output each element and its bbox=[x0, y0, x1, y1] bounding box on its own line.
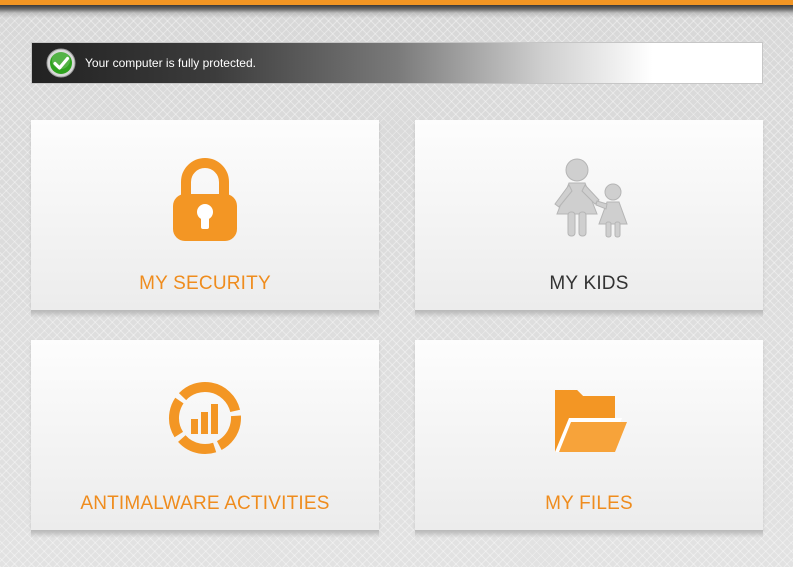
tile-antimalware-activities[interactable]: ANTIMALWARE ACTIVITIES bbox=[31, 340, 379, 538]
family-icon bbox=[554, 158, 628, 238]
checkmark-icon bbox=[46, 48, 76, 78]
folder-icon bbox=[555, 390, 627, 452]
tile-label-my-kids: MY KIDS bbox=[549, 273, 629, 294]
tile-my-kids[interactable]: MY KIDS bbox=[415, 120, 763, 318]
tile-my-files[interactable]: MY FILES bbox=[415, 340, 763, 538]
top-accent-bar bbox=[0, 0, 793, 18]
tile-label-antimalware-activities: ANTIMALWARE ACTIVITIES bbox=[80, 493, 330, 514]
tile-label-my-files: MY FILES bbox=[545, 493, 633, 514]
status-message: Your computer is fully protected. bbox=[85, 56, 256, 70]
tile-my-security[interactable]: MY SECURITY bbox=[31, 120, 379, 318]
protection-status-bar: Your computer is fully protected. bbox=[31, 42, 763, 84]
activity-chart-icon bbox=[169, 382, 241, 454]
tile-label-my-security: MY SECURITY bbox=[139, 273, 271, 294]
lock-icon bbox=[173, 158, 237, 241]
